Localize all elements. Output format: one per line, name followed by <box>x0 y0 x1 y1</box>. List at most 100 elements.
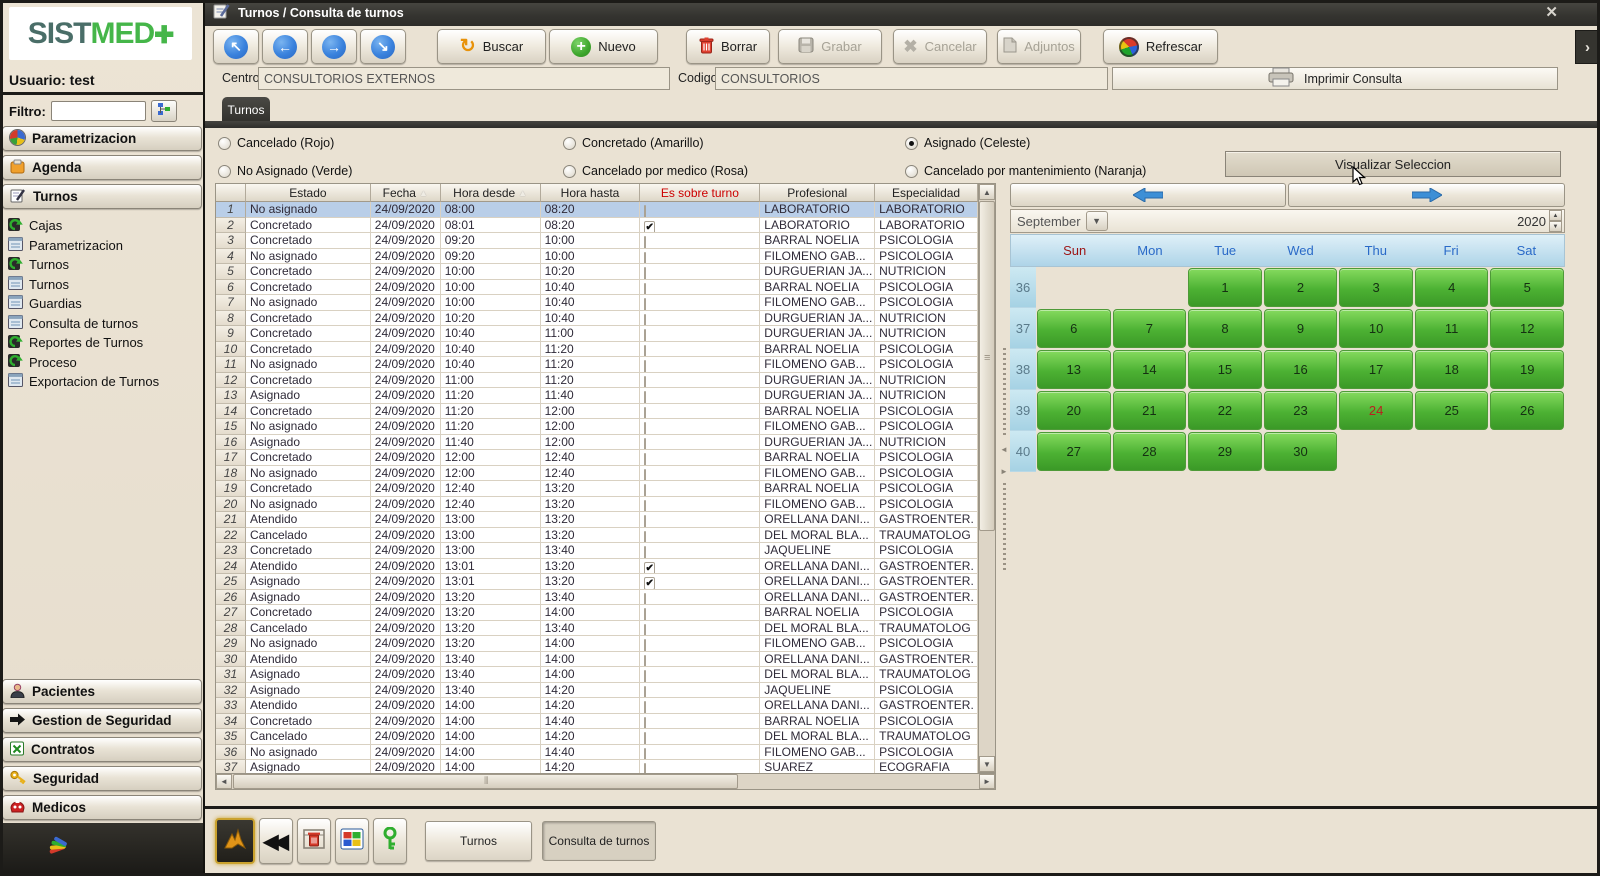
vertical-scroll-thumb[interactable] <box>979 201 995 531</box>
buscar-button[interactable]: ↻Buscar <box>437 29 546 64</box>
table-row[interactable]: 6Concretado24/09/202010:0010:40BARRAL NO… <box>216 280 978 296</box>
table-row[interactable]: 22Cancelado24/09/202013:0013:20DEL MORAL… <box>216 528 978 544</box>
column-header-profesional[interactable]: Profesional <box>760 184 875 202</box>
column-header-especialidad[interactable]: Especialidad <box>875 184 978 202</box>
radio-cancelado-por-mantenimiento-naranja-[interactable]: Cancelado por mantenimiento (Naranja) <box>905 164 1146 178</box>
table-row[interactable]: 34Concretado24/09/202014:0014:40BARRAL N… <box>216 714 978 730</box>
table-row[interactable]: 7No asignado24/09/202010:0010:40FILOMENO… <box>216 295 978 311</box>
sidebar-section-contratos[interactable]: Contratos <box>2 737 202 762</box>
sobre-turno-checkbox[interactable] <box>644 205 646 218</box>
radio-circle[interactable] <box>218 165 231 178</box>
month-dropdown-icon[interactable]: ▼ <box>1086 211 1108 231</box>
horizontal-scroll-thumb[interactable] <box>233 774 738 789</box>
radio-circle[interactable] <box>905 137 918 150</box>
sobre-turno-checkbox[interactable] <box>644 453 646 466</box>
sidebar-item-guardias[interactable]: Guardias <box>8 294 202 314</box>
calendar-day-19[interactable]: 19 <box>1490 350 1564 389</box>
table-row[interactable]: 17Concretado24/09/202012:0012:40BARRAL N… <box>216 450 978 466</box>
sidebar-section-agenda[interactable]: Agenda <box>2 155 202 180</box>
sidebar-item-consulta-de-turnos[interactable]: Consulta de turnos <box>8 314 202 334</box>
table-row[interactable]: 9Concretado24/09/202010:4011:00DURGUERIA… <box>216 326 978 342</box>
sobre-turno-checkbox[interactable] <box>644 422 646 435</box>
sidebar-section-seguridad[interactable]: Seguridad <box>2 766 202 791</box>
table-row[interactable]: 16Asignado24/09/202011:4012:00DURGUERIAN… <box>216 435 978 451</box>
table-row[interactable]: 12Concretado24/09/202011:0011:20DURGUERI… <box>216 373 978 389</box>
sobre-turno-checkbox[interactable] <box>644 500 646 513</box>
sobre-turno-checkbox[interactable] <box>644 670 646 683</box>
sobre-turno-checkbox[interactable]: ✔ <box>644 562 654 575</box>
sobre-turno-checkbox[interactable] <box>644 267 646 280</box>
column-header-es-sobre-turno[interactable]: Es sobre turno <box>640 184 760 202</box>
table-row[interactable]: 23Concretado24/09/202013:0013:40JAQUELIN… <box>216 543 978 559</box>
sobre-turno-checkbox[interactable] <box>644 314 646 327</box>
table-row[interactable]: 15No asignado24/09/202011:2012:00FILOMEN… <box>216 419 978 435</box>
sobre-turno-checkbox[interactable] <box>644 438 646 451</box>
nav-last-button[interactable]: ↘ <box>360 29 406 64</box>
radio-cancelado-rojo-[interactable]: Cancelado (Rojo) <box>218 136 334 150</box>
table-row[interactable]: 2Concretado24/09/202008:0108:20✔LABORATO… <box>216 218 978 234</box>
calendar-day-15[interactable]: 15 <box>1188 350 1262 389</box>
table-row[interactable]: 27Concretado24/09/202013:2014:00BARRAL N… <box>216 605 978 621</box>
taskbar-window-consulta-de-turnos[interactable]: Consulta de turnos <box>542 821 656 861</box>
table-row[interactable]: 3Concretado24/09/202009:2010:00BARRAL NO… <box>216 233 978 249</box>
calendar-day-4[interactable]: 4 <box>1415 268 1489 307</box>
spin-down-icon[interactable]: ▼ <box>1549 221 1562 232</box>
table-row[interactable]: 20No asignado24/09/202012:4013:20FILOMEN… <box>216 497 978 513</box>
sidebar-section-medicos[interactable]: Medicos <box>2 795 202 820</box>
adjuntos-button[interactable]: Adjuntos <box>997 29 1081 64</box>
radio-concretado-amarillo-[interactable]: Concretado (Amarillo) <box>563 136 704 150</box>
table-row[interactable]: 14Concretado24/09/202011:2012:00BARRAL N… <box>216 404 978 420</box>
nav-next-button[interactable]: → <box>311 29 357 64</box>
calendar-day-21[interactable]: 21 <box>1113 391 1187 430</box>
calendar-day-8[interactable]: 8 <box>1188 309 1262 348</box>
codigo-field[interactable] <box>715 67 1108 90</box>
calendar-day-12[interactable]: 12 <box>1490 309 1564 348</box>
scroll-right-icon[interactable]: ► <box>979 774 995 789</box>
calendar-day-5[interactable]: 5 <box>1490 268 1564 307</box>
horizontal-scrollbar[interactable]: ◄ ► <box>215 773 996 790</box>
sobre-turno-checkbox[interactable] <box>644 717 646 730</box>
calendar-next-button[interactable] <box>1288 183 1565 207</box>
sobre-turno-checkbox[interactable] <box>644 639 646 652</box>
visualize-selection-button[interactable]: Visualizar Seleccion <box>1225 151 1561 177</box>
calendar-day-10[interactable]: 10 <box>1339 309 1413 348</box>
table-row[interactable]: 8Concretado24/09/202010:2010:40DURGUERIA… <box>216 311 978 327</box>
column-header-estado[interactable]: Estado <box>246 184 371 202</box>
calendar-day-11[interactable]: 11 <box>1415 309 1489 348</box>
grabar-button[interactable]: Grabar <box>778 29 882 64</box>
month-select-value[interactable]: September <box>1011 214 1081 229</box>
sidebar-item-turnos[interactable]: Turnos <box>8 255 202 275</box>
sidebar-item-reportes-de-turnos[interactable]: Reportes de Turnos <box>8 333 202 353</box>
sidebar-section-turnos[interactable]: Turnos <box>2 184 202 209</box>
table-row[interactable]: 32Asignado24/09/202013:4014:20JAQUELINEP… <box>216 683 978 699</box>
calendar-day-25[interactable]: 25 <box>1415 391 1489 430</box>
sobre-turno-checkbox[interactable] <box>644 748 646 761</box>
sidebar-item-exportacion-de-turnos[interactable]: Exportacion de Turnos <box>8 372 202 392</box>
sobre-turno-checkbox[interactable] <box>644 298 646 311</box>
scroll-down-icon[interactable]: ▼ <box>979 756 995 772</box>
taskbar-delete-grid-button[interactable] <box>297 818 331 864</box>
close-icon[interactable]: ✕ <box>1545 3 1558 21</box>
sobre-turno-checkbox[interactable] <box>644 686 646 699</box>
sobre-turno-checkbox[interactable] <box>644 391 646 404</box>
sidebar-item-proceso[interactable]: Proceso <box>8 353 202 373</box>
calendar-day-27[interactable]: 27 <box>1037 432 1111 471</box>
radio-circle[interactable] <box>563 137 576 150</box>
sobre-turno-checkbox[interactable] <box>644 701 646 714</box>
calendar-day-20[interactable]: 20 <box>1037 391 1111 430</box>
table-row[interactable]: 5Concretado24/09/202010:0010:20DURGUERIA… <box>216 264 978 280</box>
sobre-turno-checkbox[interactable] <box>644 531 646 544</box>
sobre-turno-checkbox[interactable] <box>644 655 646 668</box>
radio-circle[interactable] <box>218 137 231 150</box>
taskbar-rewind-button[interactable]: ◀◀ <box>259 818 293 864</box>
calendar-day-16[interactable]: 16 <box>1264 350 1338 389</box>
calendar-day-6[interactable]: 6 <box>1037 309 1111 348</box>
cancelar-button[interactable]: ✖Cancelar <box>893 29 987 64</box>
calendar-day-14[interactable]: 14 <box>1113 350 1187 389</box>
sobre-turno-checkbox[interactable] <box>644 345 646 358</box>
sobre-turno-checkbox[interactable]: ✔ <box>644 577 654 590</box>
table-row[interactable]: 31Asignado24/09/202013:4014:00DEL MORAL … <box>216 667 978 683</box>
sobre-turno-checkbox[interactable] <box>644 407 646 420</box>
sidebar-section-pacientes[interactable]: Pacientes <box>2 679 202 704</box>
nav-previous-button[interactable]: ← <box>262 29 308 64</box>
